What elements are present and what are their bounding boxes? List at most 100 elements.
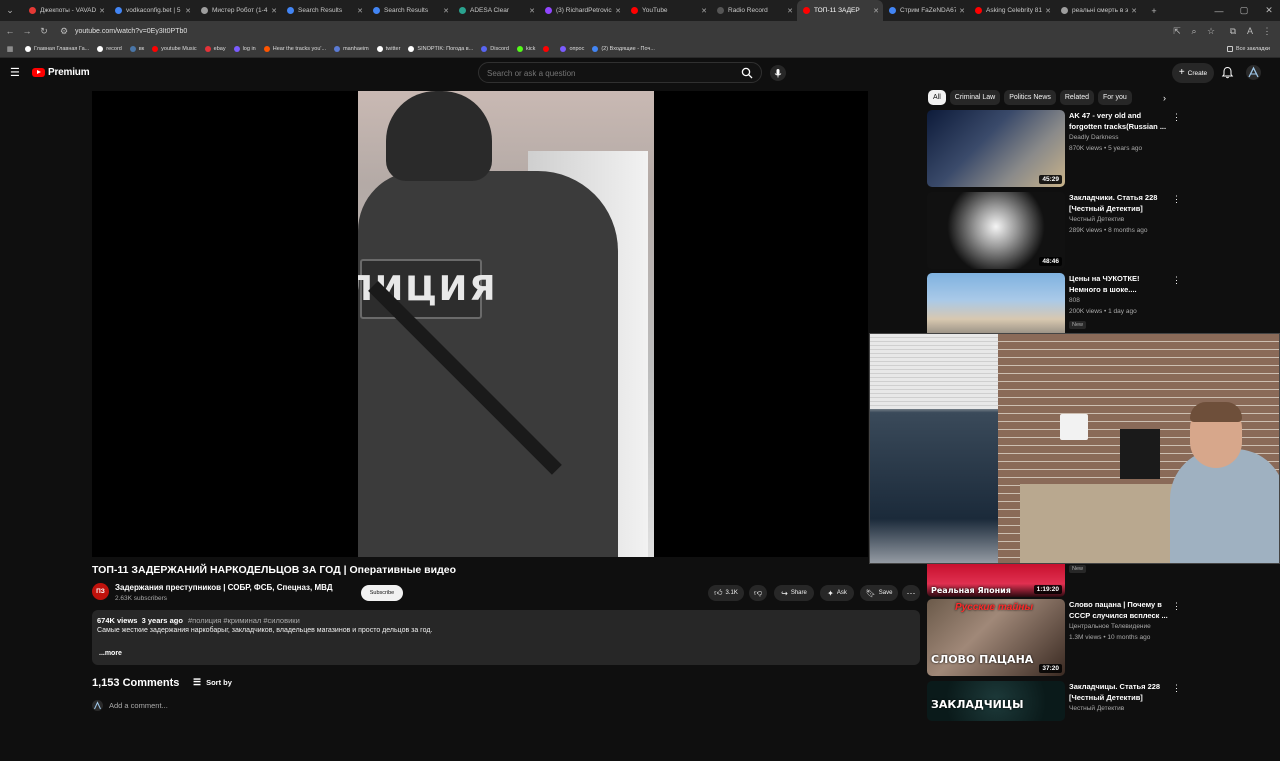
browser-tab[interactable]: vodkaconfig.bet | 5 ✕ [109, 0, 195, 21]
recommended-video[interactable]: 45:29 AK 47 - very old and forgotten trac… [927, 110, 1277, 190]
more-options-icon[interactable]: ⋮ [1172, 683, 1181, 694]
channel-name[interactable]: Задержания преступников | СОБР, ФСБ, Спе… [115, 583, 333, 592]
ask-button[interactable]: ✦ Ask [820, 585, 854, 601]
tab-close-icon[interactable]: ✕ [701, 7, 707, 15]
search-input[interactable] [487, 69, 727, 78]
bookmark-item[interactable]: SINOPTIK: Погода в... [408, 46, 473, 52]
tab-close-icon[interactable]: ✕ [529, 7, 535, 15]
recommended-channel[interactable]: Deadly Darkness [1069, 134, 1119, 141]
browser-tab[interactable]: (3) RichardPetrovic ✕ [539, 0, 625, 21]
browser-tab[interactable]: Search Results ✕ [367, 0, 453, 21]
subscribe-button[interactable]: Subscribe [361, 585, 403, 601]
channel-avatar[interactable]: ПЗ [92, 583, 109, 600]
video-thumbnail[interactable]: Реальная Япония 1:19:20 [927, 564, 1065, 597]
video-thumbnail[interactable]: 48:46 [927, 192, 1065, 269]
recommended-video[interactable]: ЗАКЛАДЧИЦЫ Закладчицы. Статья 228 [Честны… [927, 681, 1277, 761]
more-options-icon[interactable]: ⋮ [1172, 275, 1181, 286]
microphone-icon[interactable] [770, 65, 786, 81]
bookmark-item[interactable]: kick [516, 46, 535, 52]
share-button[interactable]: ↪ Share [774, 585, 814, 601]
browser-tab[interactable]: Стрим FaZeNDA67 ✕ [883, 0, 969, 21]
bookmark-item[interactable]: ebay [204, 46, 226, 52]
recommended-video[interactable]: СЛОВО ПАЦАНА Русские тайны 37:20 Слово паца… [927, 599, 1277, 679]
show-more-link[interactable]: ...more [99, 650, 122, 657]
search-box[interactable] [478, 62, 762, 83]
bookmark-item[interactable]: twitter [376, 46, 400, 52]
bookmark-item[interactable]: youtube Music [152, 46, 197, 52]
tab-close-icon[interactable]: ✕ [873, 7, 879, 15]
forward-icon[interactable]: → [20, 24, 34, 38]
tab-close-icon[interactable]: ✕ [615, 7, 621, 15]
filter-chip[interactable]: Politics News [1004, 90, 1056, 105]
create-button[interactable]: + Create [1172, 63, 1214, 83]
browser-tab[interactable]: YouTube ✕ [625, 0, 711, 21]
recommended-channel[interactable]: Честный Детектив [1069, 705, 1124, 712]
tab-close-icon[interactable]: ✕ [1045, 7, 1051, 15]
search-icon[interactable] [741, 67, 753, 79]
bookmark-item[interactable]: Главная Главная Га... [25, 46, 89, 52]
browser-tab[interactable]: Мистер Робот (1-4 ✕ [195, 0, 281, 21]
recommended-video[interactable]: 48:46 Закладчики. Статья 228 [Честный Дет… [927, 192, 1277, 272]
video-thumbnail[interactable]: ЗАКЛАДЧИЦЫ [927, 681, 1065, 721]
more-actions-button[interactable]: ⋯ [902, 585, 920, 601]
tab-close-icon[interactable]: ✕ [99, 7, 105, 15]
add-comment-row[interactable]: Add a comment... [92, 700, 168, 711]
tab-close-icon[interactable]: ✕ [959, 7, 965, 15]
notifications-bell-icon[interactable] [1221, 66, 1234, 79]
bookmark-item[interactable]: вк [129, 46, 144, 52]
close-window-button[interactable]: ✕ [1258, 4, 1280, 18]
bookmark-item[interactable]: опрос [560, 46, 584, 52]
reload-icon[interactable]: ↻ [37, 24, 51, 38]
sort-by-button[interactable]: ☰ Sort by [193, 677, 232, 688]
recommended-title[interactable]: Цены на ЧУКОТКЕ! Немного в шоке.... [1069, 273, 1169, 295]
bookmark-item[interactable]: Hear the tracks you'... [263, 46, 326, 52]
chips-next-arrow-icon[interactable]: › [1163, 93, 1166, 103]
maximize-button[interactable]: ▢ [1233, 4, 1255, 18]
install-icon[interactable]: ⇱ [1170, 24, 1184, 38]
new-tab-button[interactable]: + [1147, 4, 1161, 18]
filter-chip[interactable]: For you [1098, 90, 1132, 105]
minimize-button[interactable]: — [1208, 4, 1230, 18]
more-options-icon[interactable]: ⋮ [1172, 194, 1181, 205]
browser-tab[interactable]: Search Results ✕ [281, 0, 367, 21]
tab-close-icon[interactable]: ✕ [1131, 7, 1137, 15]
recommended-title[interactable]: Закладчицы. Статья 228 [Честный Детектив… [1069, 681, 1169, 703]
bookmark-item[interactable] [543, 46, 552, 52]
tab-close-icon[interactable]: ✕ [357, 7, 363, 15]
filter-chip[interactable]: Criminal Law [949, 90, 1001, 105]
bookmark-item[interactable]: manhaeim [334, 46, 369, 52]
browser-tab[interactable]: Radio Record ✕ [711, 0, 797, 21]
hashtags[interactable]: #полиция #криминал #силовики [188, 616, 300, 625]
browser-tab[interactable]: реальні смерть в э ✕ [1055, 0, 1141, 21]
recommended-title[interactable]: Слово пацана | Почему в СССР случился вс… [1069, 599, 1169, 621]
site-info-icon[interactable]: ⚙ [57, 24, 71, 38]
recommended-channel[interactable]: Центральное Телевидение [1069, 623, 1151, 630]
recommended-channel[interactable]: Честный Детектив [1069, 216, 1124, 223]
tab-search-icon[interactable]: ⌄ [3, 4, 17, 18]
more-options-icon[interactable]: ⋮ [1172, 601, 1181, 612]
bookmark-item[interactable]: record [97, 46, 122, 52]
account-avatar-icon[interactable] [1246, 65, 1261, 80]
browser-tab[interactable]: Джекпоты - VAVAD ✕ [23, 0, 109, 21]
like-button[interactable]: 👍︎ 3.1K [708, 585, 744, 601]
browser-tab[interactable]: ADESA Clear ✕ [453, 0, 539, 21]
save-button[interactable]: 🔖︎ Save [860, 585, 898, 601]
tab-close-icon[interactable]: ✕ [443, 7, 449, 15]
video-player[interactable]: ЛИЦИЯ [92, 91, 868, 557]
tab-close-icon[interactable]: ✕ [185, 7, 191, 15]
filter-chip[interactable]: Related [1059, 90, 1095, 105]
filter-chip[interactable]: All [928, 90, 946, 105]
bookmark-item[interactable]: log in [233, 46, 256, 52]
zoom-icon[interactable]: ⌕ [1187, 24, 1201, 38]
profile-icon[interactable]: A [1243, 24, 1257, 38]
bookmark-star-icon[interactable]: ☆ [1204, 24, 1218, 38]
video-thumbnail[interactable]: 45:29 [927, 110, 1065, 187]
more-options-icon[interactable]: ⋮ [1172, 112, 1181, 123]
hamburger-menu-icon[interactable]: ☰ [10, 67, 22, 79]
browser-tab[interactable]: ТОП-11 ЗАДЕР ✕ [797, 0, 883, 21]
description-box[interactable]: 674K views 3 years ago #полиция #кримина… [92, 610, 920, 665]
url-field[interactable]: youtube.com/watch?v=0Ey3It0PTb0 [75, 28, 187, 35]
dislike-button[interactable]: 👎︎ [749, 585, 767, 601]
video-thumbnail[interactable]: СЛОВО ПАЦАНА Русские тайны 37:20 [927, 599, 1065, 676]
youtube-logo[interactable]: Premium [32, 67, 90, 78]
